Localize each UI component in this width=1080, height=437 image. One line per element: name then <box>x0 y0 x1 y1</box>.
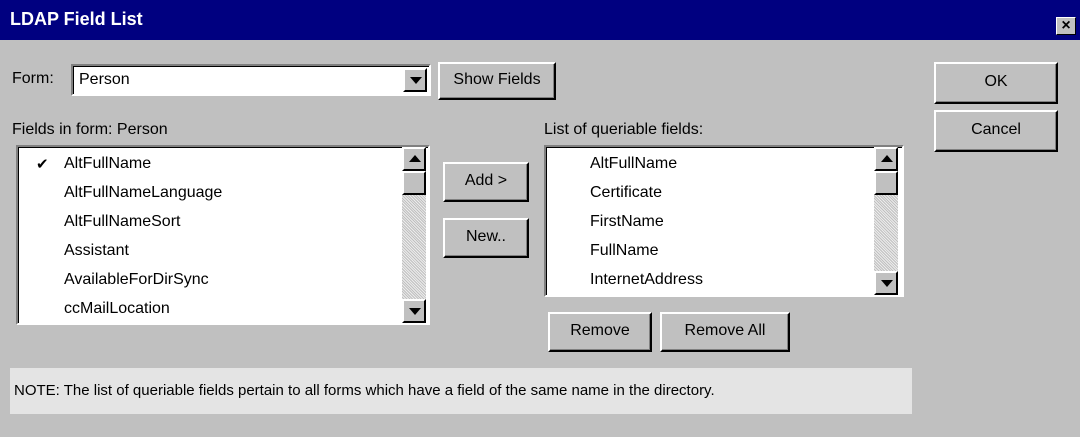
remove-button[interactable]: Remove <box>548 312 652 352</box>
scroll-down-button[interactable] <box>874 271 898 295</box>
ok-button[interactable]: OK <box>934 62 1058 104</box>
list-item[interactable]: FullName <box>590 242 658 260</box>
scroll-down-arrow-icon <box>881 280 893 287</box>
list-item[interactable]: InternetAddress <box>590 271 703 289</box>
scroll-up-button[interactable] <box>874 147 898 171</box>
scroll-up-arrow-icon <box>409 155 421 162</box>
list-item[interactable]: ccMailLocation <box>64 300 170 318</box>
list-item[interactable]: FirstName <box>590 213 664 231</box>
note-text: NOTE: The list of queriable fields perta… <box>14 382 715 399</box>
new-button[interactable]: New.. <box>443 218 529 258</box>
close-button[interactable]: × <box>1056 17 1076 35</box>
list-item[interactable]: Assistant <box>64 242 129 260</box>
form-select[interactable]: Person <box>71 64 431 96</box>
fields-in-form-label: Fields in form: Person <box>12 121 168 138</box>
window-title: LDAP Field List <box>10 9 143 29</box>
list-item[interactable]: AltFullNameLanguage <box>64 184 222 202</box>
remove-all-button[interactable]: Remove All <box>660 312 790 352</box>
queriable-fields-list[interactable]: AltFullName Certificate FirstName FullNa… <box>544 145 904 297</box>
list-item[interactable]: AltFullNameSort <box>64 213 180 231</box>
scroll-up-arrow-icon <box>881 155 893 162</box>
add-button[interactable]: Add > <box>443 162 529 202</box>
chevron-down-icon <box>410 77 422 84</box>
fields-list-scrollbar[interactable] <box>402 147 426 323</box>
note-box: NOTE: The list of queriable fields perta… <box>10 368 912 414</box>
scroll-down-arrow-icon <box>409 308 421 315</box>
list-item[interactable]: Certificate <box>590 184 662 202</box>
cancel-button[interactable]: Cancel <box>934 110 1058 152</box>
checkmark-icon: ✔ <box>36 156 49 173</box>
scroll-thumb[interactable] <box>402 171 426 195</box>
queriable-list-scrollbar[interactable] <box>874 147 898 295</box>
scroll-thumb[interactable] <box>874 171 898 195</box>
queriable-fields-label: List of queriable fields: <box>544 121 704 138</box>
scroll-up-button[interactable] <box>402 147 426 171</box>
show-fields-button[interactable]: Show Fields <box>438 62 556 100</box>
form-select-dropdown-button[interactable] <box>403 68 427 92</box>
list-item[interactable]: AltFullName <box>590 155 677 173</box>
list-item[interactable]: AltFullName <box>64 155 151 173</box>
form-label: Form: <box>12 70 54 87</box>
fields-list[interactable]: ✔ AltFullName AltFullNameLanguage AltFul… <box>16 145 430 325</box>
ldap-field-list-dialog: LDAP Field List × Form: Person Show Fiel… <box>0 0 1080 437</box>
scroll-down-button[interactable] <box>402 299 426 323</box>
form-select-value: Person <box>79 71 130 88</box>
close-icon: × <box>1061 17 1071 34</box>
title-bar[interactable]: LDAP Field List × <box>0 0 1080 40</box>
list-item[interactable]: AvailableForDirSync <box>64 271 209 289</box>
